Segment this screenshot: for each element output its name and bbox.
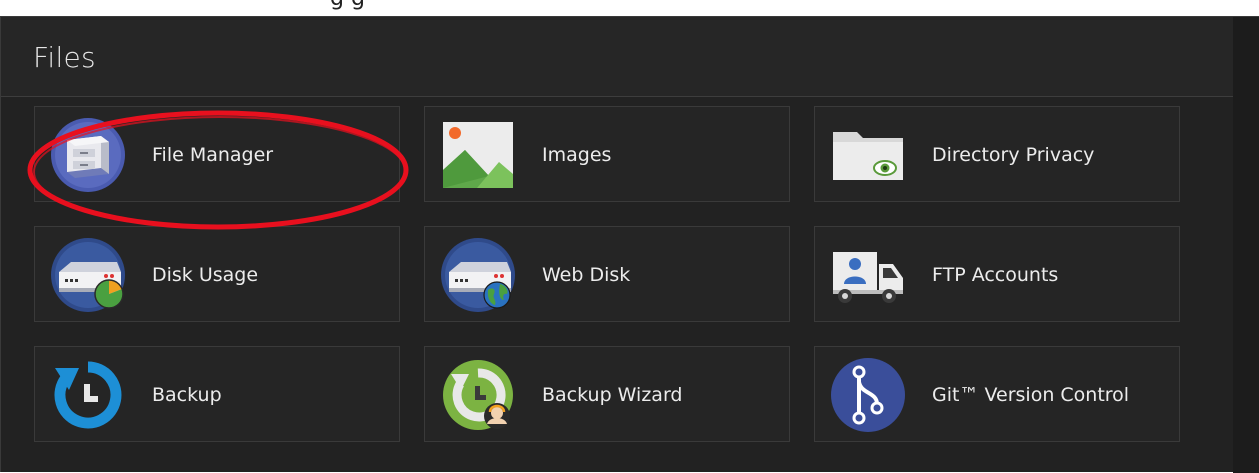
- tile-images[interactable]: Images: [424, 106, 790, 202]
- tile-ftp-accounts[interactable]: FTP Accounts: [814, 226, 1180, 322]
- tile-label: Disk Usage: [152, 264, 259, 286]
- tile-label: Images: [542, 144, 612, 166]
- backup-wizard-icon: [441, 358, 515, 432]
- tile-backup[interactable]: Backup: [34, 346, 400, 442]
- tile-label: Backup Wizard: [542, 384, 683, 406]
- panel-header: Files: [1, 17, 1259, 97]
- panel-title: Files: [33, 41, 96, 74]
- tile-directory-privacy[interactable]: Directory Privacy: [814, 106, 1180, 202]
- tile-label: Web Disk: [542, 264, 631, 286]
- ftp-accounts-icon: [831, 238, 905, 312]
- top-strip-text: g g: [330, 0, 365, 11]
- tile-label: FTP Accounts: [932, 264, 1059, 286]
- top-strip: g g: [0, 0, 1259, 16]
- disk-usage-icon: [51, 238, 125, 312]
- tile-disk-usage[interactable]: Disk Usage: [34, 226, 400, 322]
- backup-icon: [51, 358, 125, 432]
- tile-file-manager[interactable]: File Manager: [34, 106, 400, 202]
- tile-git-version-control[interactable]: Git™ Version Control: [814, 346, 1180, 442]
- images-icon: [441, 118, 515, 192]
- tile-label: Git™ Version Control: [932, 384, 1130, 406]
- tile-label: File Manager: [152, 144, 274, 166]
- tile-backup-wizard[interactable]: Backup Wizard: [424, 346, 790, 442]
- git-version-control-icon: [831, 358, 905, 432]
- tools-grid: File Manager Images Directory Privacy Di…: [34, 106, 1184, 446]
- directory-privacy-icon: [831, 118, 905, 192]
- file-manager-icon: [51, 118, 125, 192]
- tile-label: Backup: [152, 384, 222, 406]
- tile-web-disk[interactable]: Web Disk: [424, 226, 790, 322]
- web-disk-icon: [441, 238, 515, 312]
- panel-edge: [1233, 17, 1259, 473]
- tile-label: Directory Privacy: [932, 144, 1095, 166]
